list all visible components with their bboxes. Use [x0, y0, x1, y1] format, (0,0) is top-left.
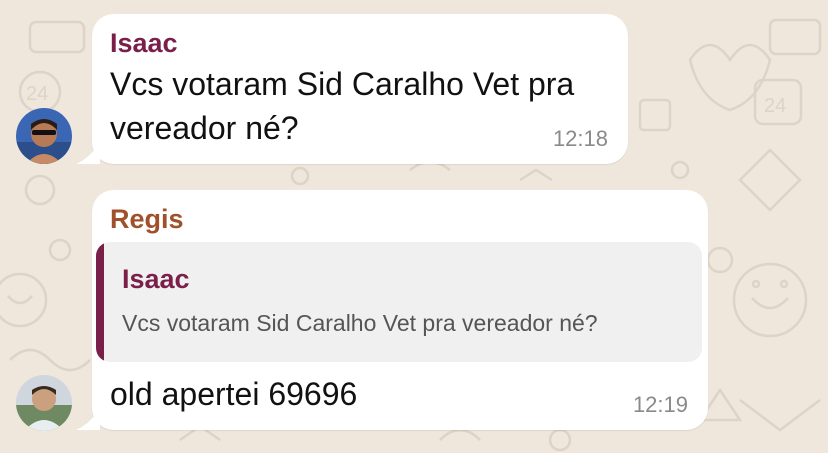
isaac-avatar-icon	[16, 108, 72, 164]
regis-avatar[interactable]	[16, 375, 72, 431]
sender-name[interactable]: Regis	[110, 204, 184, 235]
quoted-text: Vcs votaram Sid Caralho Vet pra vereador…	[122, 310, 598, 336]
sender-name[interactable]: Isaac	[110, 28, 178, 59]
message-text: old apertei 69696	[110, 376, 358, 412]
quote-accent-bar	[96, 242, 104, 362]
message-text-line-2: vereador né?	[110, 110, 299, 146]
message-bubble-regis[interactable]: Regis Isaac Vcs votaram Sid Caralho Vet …	[76, 190, 708, 430]
isaac-avatar[interactable]	[16, 108, 72, 164]
message-timestamp: 12:18	[552, 126, 608, 151]
svg-text:24: 24	[26, 83, 48, 105]
message-timestamp: 12:19	[632, 392, 688, 417]
bubble-tail	[76, 408, 100, 430]
regis-avatar-icon	[16, 375, 72, 431]
svg-text:24: 24	[764, 95, 786, 117]
quoted-sender-name: Isaac	[122, 264, 190, 294]
quoted-message[interactable]: Isaac Vcs votaram Sid Caralho Vet pra ve…	[96, 242, 702, 362]
message-bubble-isaac[interactable]: Isaac Vcs votaram Sid Caralho Vet pra ve…	[76, 14, 628, 164]
bubble-tail	[76, 142, 100, 164]
message-text-line-1: Vcs votaram Sid Caralho Vet pra	[110, 66, 575, 102]
